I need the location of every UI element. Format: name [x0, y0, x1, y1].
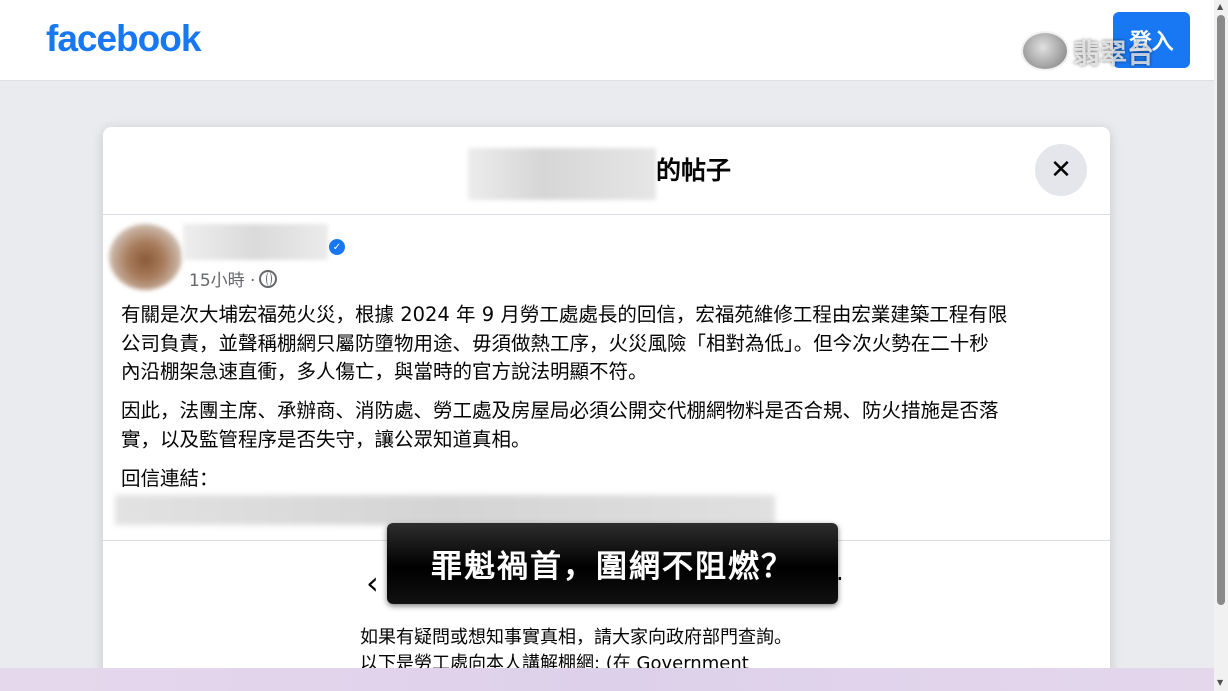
- post-paragraph: 回信連結：: [121, 465, 1099, 494]
- broadcaster-logo-icon: [1021, 31, 1069, 71]
- dialog-header: 的帖子 ✕: [103, 127, 1110, 215]
- close-button[interactable]: ✕: [1035, 144, 1087, 196]
- news-caption-banner: 罪魁禍首，圍網不阻燃？: [387, 523, 838, 604]
- author-name-redacted: [468, 148, 656, 200]
- post-meta: 15小時 ·: [189, 266, 278, 291]
- post-paragraph: 有關是次大埔宏福苑火災，根據 2024 年 9 月勞工處處長的回信，宏福苑維修工…: [121, 301, 1099, 387]
- top-navigation-bar: facebook 登入 翡翠台: [0, 0, 1214, 81]
- close-icon: ✕: [1050, 155, 1072, 185]
- globe-icon: [259, 269, 278, 288]
- author-avatar[interactable]: [109, 224, 182, 290]
- author-name-redacted[interactable]: [183, 224, 328, 260]
- post-paragraph: 因此，法團主席、承辦商、消防處、勞工處及房屋局必須公開交代棚網物料是否合規、防火…: [121, 397, 1099, 454]
- reply-link-redacted[interactable]: [115, 495, 775, 525]
- post-time[interactable]: 15小時 ·: [189, 266, 255, 291]
- scroll-up-arrow-icon[interactable]: ▲: [1217, 2, 1223, 11]
- bottom-overlay-band: [0, 668, 1214, 691]
- scroll-down-arrow-icon[interactable]: ▼: [1217, 678, 1223, 687]
- dialog-title: 的帖子: [656, 156, 732, 185]
- facebook-logo[interactable]: facebook: [46, 18, 201, 60]
- broadcaster-watermark: 翡翠台: [1021, 31, 1154, 71]
- watermark-text: 翡翠台: [1073, 38, 1154, 70]
- preview-line: 如果有疑問或想知事實真相，請大家向政府部門查詢。: [360, 627, 792, 648]
- post-dialog: 的帖子 ✕ ✓ 15小時 · 有關是次大埔宏福苑火災，根據 2024 年 9 月…: [103, 127, 1110, 691]
- caption-text: 罪魁禍首，圍網不阻燃？: [431, 549, 794, 585]
- verified-badge-icon: ✓: [329, 239, 345, 255]
- post-text-line: 內沿棚架急速直衝，多人傷亡，與當時的官方說法明顯不符。: [121, 360, 648, 383]
- post-text-line: 公司負責，並聲稱棚網只屬防墮物用途、毋須做熱工序，火災風險「相對為低」。但今次火…: [121, 331, 989, 355]
- post-text-line: 因此，法團主席、承辦商、消防處、勞工處及房屋局必須公開交代棚網物料是否合規、防火…: [121, 399, 999, 422]
- page-scrollbar[interactable]: ▲ ▼: [1214, 0, 1228, 691]
- reply-link-label: 回信連結：: [121, 467, 219, 490]
- post-text-line: 有關是次大埔宏福苑火災，根據 2024 年 9 月勞工處處長的回信，宏福苑維修工…: [121, 303, 1008, 326]
- post-text-line: 實，以及監管程序是否失守，讓公眾知道真相。: [121, 427, 531, 451]
- chevron-left-icon[interactable]: ‹: [366, 564, 379, 602]
- scrollbar-thumb[interactable]: [1217, 15, 1225, 605]
